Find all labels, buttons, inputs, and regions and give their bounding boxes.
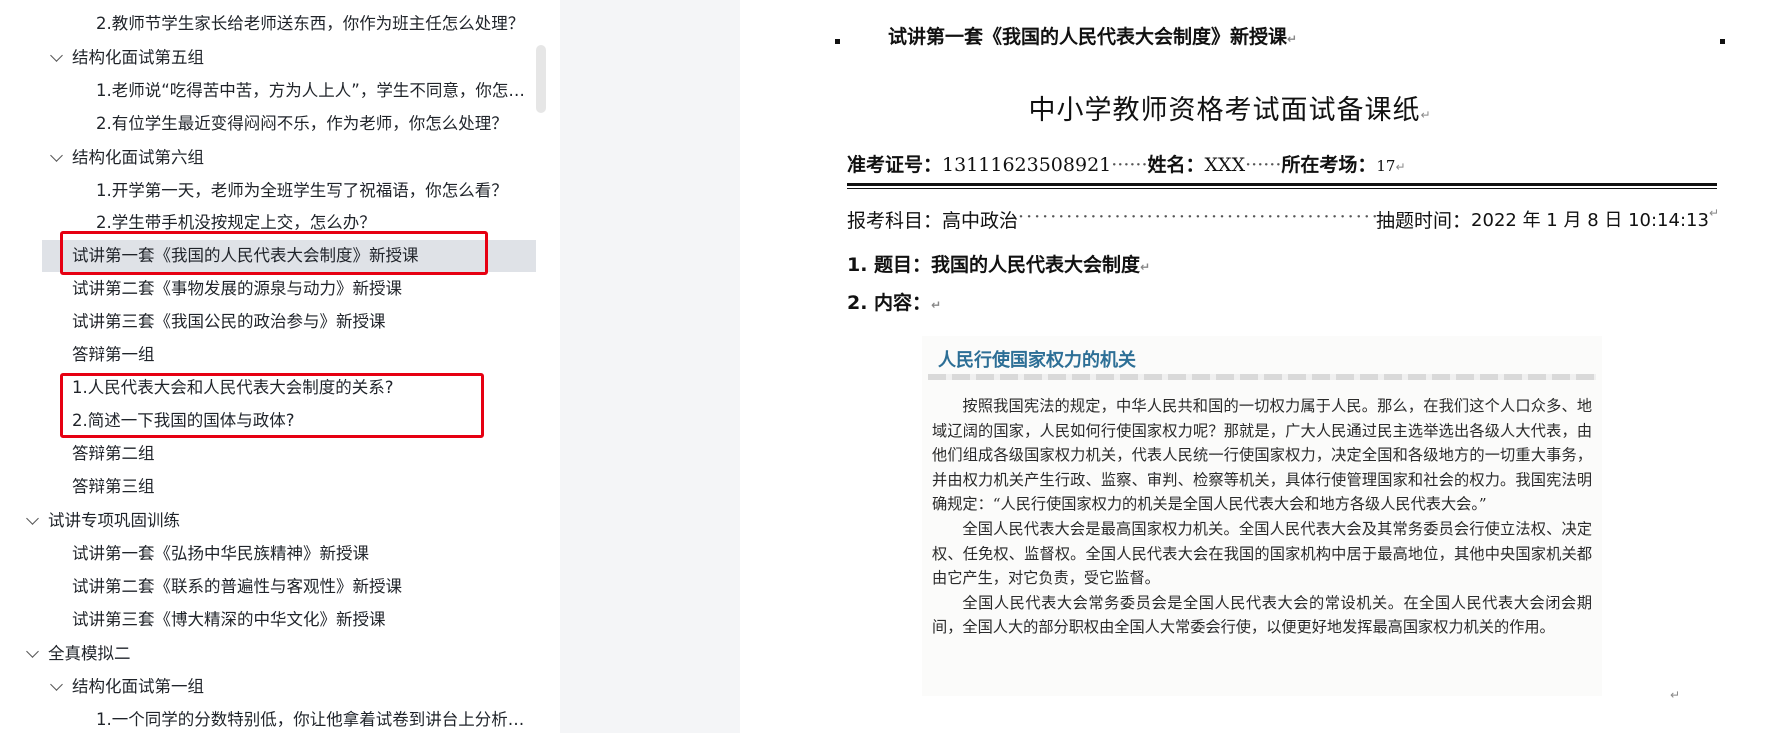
nav-item[interactable]: 2.教师节学生家长给老师送东西，你作为班主任怎么处理？ bbox=[96, 8, 536, 40]
paragraph-mark: ↵ bbox=[1287, 32, 1298, 46]
topic-text: 1. 题目：我国的人民代表大会制度 bbox=[847, 254, 1141, 276]
chevron-down-icon[interactable] bbox=[26, 645, 39, 658]
excerpt-paragraph: 全国人民代表大会是最高国家权力机关。全国人民代表大会及其常务委员会行使立法权、决… bbox=[932, 519, 1592, 588]
nav-group-lecture-training[interactable]: 试讲专项巩固训练 bbox=[48, 505, 508, 537]
site-value: 17 bbox=[1376, 157, 1396, 175]
dot-leader: ······ bbox=[1245, 154, 1282, 176]
excerpt-body: 按照我国宪法的规定，中华人民共和国的一切权力属于人民。那么，在我们这个人口众多、… bbox=[932, 394, 1592, 640]
subject-info-line[interactable]: 报考科目： 高中政治 ·······························… bbox=[847, 206, 1719, 233]
name-value: XXX bbox=[1204, 154, 1246, 176]
candidate-info-line[interactable]: 准考证号：13111623508921······姓名：XXX······所在考… bbox=[847, 150, 1406, 177]
excerpt-paragraph: 全国人民代表大会常务委员会是全国人民代表大会的常设机关。在全国人民代表大会闭会期… bbox=[932, 593, 1592, 637]
nav-item-selected[interactable]: 试讲第一套《我国的人民代表大会制度》新授课 bbox=[42, 240, 536, 272]
chevron-down-icon[interactable] bbox=[50, 149, 63, 162]
nav-item[interactable]: 答辩第一组 bbox=[72, 339, 512, 371]
paragraph-mark: ↵ bbox=[1395, 160, 1406, 174]
nav-item[interactable]: 答辩第二组 bbox=[72, 438, 512, 470]
nav-item[interactable]: 1.一个同学的分数特别低，你让他拿着试卷到讲台上分析，你怎么看？ bbox=[96, 704, 536, 733]
sheet-title-text: 中小学教师资格考试面试备课纸 bbox=[1028, 95, 1421, 126]
nav-item[interactable]: 试讲第二套《事物发展的源泉与动力》新授课 bbox=[72, 273, 512, 305]
content-label: 2. 内容： bbox=[847, 292, 932, 314]
id-value: 13111623508921 bbox=[942, 154, 1112, 176]
paragraph-mark: ↵ bbox=[1708, 206, 1719, 220]
nav-item[interactable]: 试讲第三套《博大精深的中华文化》新授课 bbox=[72, 604, 512, 636]
excerpt-decorative-band bbox=[928, 374, 1596, 380]
excerpt-title: 人民行使国家权力的机关 bbox=[938, 350, 1136, 371]
time-value: 2022 年 1 月 8 日 10:14:13 bbox=[1471, 210, 1709, 231]
doc-heading-text: 试讲第一套《我国的人民代表大会制度》新授课 bbox=[888, 26, 1288, 48]
document-page: 试讲第一套《我国的人民代表大会制度》新授课↵ 中小学教师资格考试面试备课纸↵ 准… bbox=[740, 0, 1777, 733]
nav-group-interview-6[interactable]: 结构化面试第六组 bbox=[72, 142, 512, 174]
nav-item[interactable]: 1.人民代表大会和人民代表大会制度的关系? bbox=[72, 372, 512, 404]
name-label: 姓名： bbox=[1147, 154, 1205, 176]
subject-value: 高中政治 bbox=[942, 210, 1019, 232]
nav-scrollbar-thumb[interactable] bbox=[536, 45, 546, 113]
nav-item[interactable]: 1.老师说“吃得苦中苦，方为人上人”，学生不同意，你怎么看？ bbox=[96, 75, 536, 107]
id-label: 准考证号： bbox=[847, 154, 943, 176]
workspace-background bbox=[560, 0, 740, 733]
paragraph-mark: ↵ bbox=[1140, 260, 1151, 274]
nav-item[interactable]: 试讲第二套《联系的普遍性与客观性》新授课 bbox=[72, 571, 512, 603]
margin-corner-mark bbox=[835, 39, 840, 44]
double-rule-top bbox=[847, 183, 1717, 186]
paragraph-mark: ↵ bbox=[931, 298, 942, 312]
paragraph-mark: ↵ bbox=[1670, 688, 1681, 702]
nav-group-mock2-interview-1[interactable]: 结构化面试第一组 bbox=[72, 671, 512, 703]
excerpt-paragraph: 按照我国宪法的规定，中华人民共和国的一切权力属于人民。那么，在我们这个人口众多、… bbox=[932, 397, 1592, 514]
dot-leader: ······ bbox=[1111, 154, 1148, 176]
subject-label: 报考科目： bbox=[847, 210, 943, 232]
doc-heading[interactable]: 试讲第一套《我国的人民代表大会制度》新授课↵ bbox=[888, 22, 1297, 49]
site-label: 所在考场： bbox=[1281, 154, 1377, 176]
nav-item[interactable]: 2.简述一下我国的国体与政体? bbox=[72, 405, 512, 437]
nav-item[interactable]: 试讲第三套《我国公民的政治参与》新授课 bbox=[72, 306, 512, 338]
nav-item[interactable]: 2.学生带手机没按规定上交，怎么办？ bbox=[96, 207, 536, 239]
chevron-down-icon[interactable] bbox=[26, 512, 39, 525]
navigation-pane: 2.教师节学生家长给老师送东西，你作为班主任怎么处理？ 结构化面试第五组 1.老… bbox=[0, 0, 560, 733]
paragraph-mark: ↵ bbox=[1420, 108, 1432, 122]
sheet-title[interactable]: 中小学教师资格考试面试备课纸↵ bbox=[740, 88, 1720, 127]
nav-item[interactable]: 1.开学第一天，老师为全班学生写了祝福语，你怎么看？ bbox=[96, 175, 536, 207]
textbook-excerpt-image[interactable]: 人民行使国家权力的机关 按照我国宪法的规定，中华人民共和国的一切权力属于人民。那… bbox=[922, 336, 1602, 696]
nav-item[interactable]: 2.有位学生最近变得闷闷不乐，作为老师，你怎么处理？ bbox=[96, 108, 536, 140]
topic-line[interactable]: 1. 题目：我国的人民代表大会制度↵ bbox=[847, 250, 1150, 277]
nav-item[interactable]: 试讲第一套《弘扬中华民族精神》新授课 bbox=[72, 538, 512, 570]
nav-group-interview-5[interactable]: 结构化面试第五组 bbox=[72, 42, 512, 74]
nav-item[interactable]: 答辩第三组 bbox=[72, 471, 512, 503]
double-rule-bottom bbox=[847, 188, 1717, 189]
time-label: 抽题时间： bbox=[1376, 210, 1472, 232]
dot-leader: ········································… bbox=[1018, 206, 1377, 228]
chevron-down-icon[interactable] bbox=[50, 49, 63, 62]
content-label-line[interactable]: 2. 内容：↵ bbox=[847, 288, 941, 315]
margin-corner-mark bbox=[1720, 39, 1725, 44]
chevron-down-icon[interactable] bbox=[50, 678, 63, 691]
nav-group-mock-2[interactable]: 全真模拟二 bbox=[48, 638, 508, 670]
